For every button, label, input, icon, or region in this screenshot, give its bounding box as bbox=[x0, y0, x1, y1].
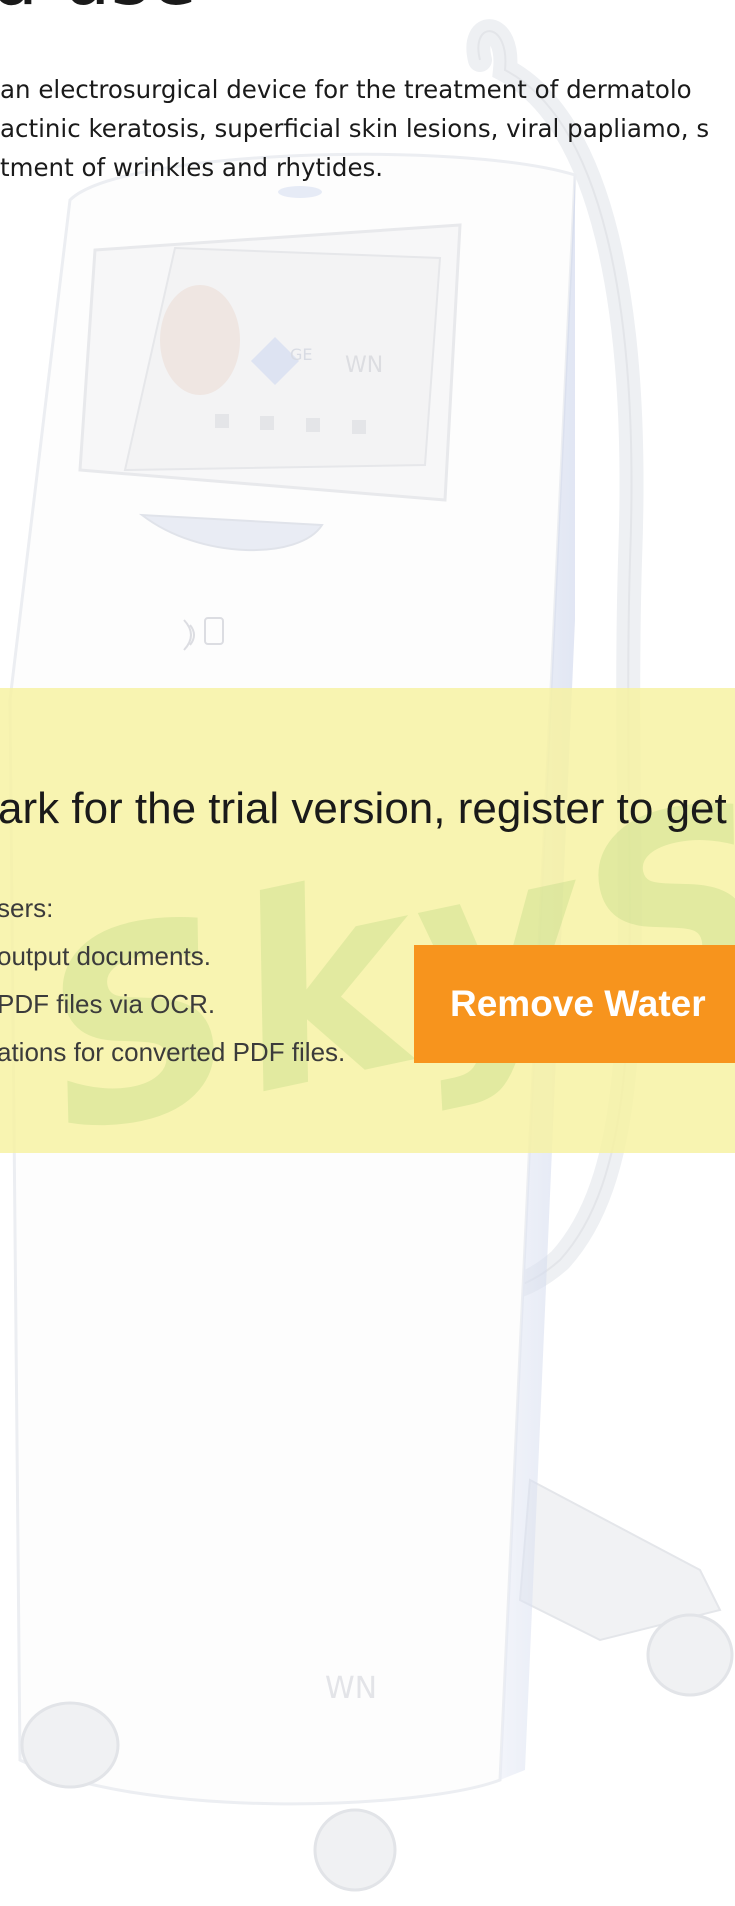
screen-logo-text: GE bbox=[290, 345, 313, 364]
screen-brand-mark: WN bbox=[345, 353, 383, 378]
intro-line: actinic keratosis, superficial skin lesi… bbox=[0, 114, 710, 143]
intro-line: an electrosurgical device for the treatm… bbox=[0, 75, 692, 104]
trial-notice: ark for the trial version, register to g… bbox=[0, 784, 727, 833]
trial-watermark-banner: SkyS ark for the trial version, register… bbox=[0, 688, 735, 1153]
benefit-item: PDF files via OCR. bbox=[0, 989, 216, 1019]
remove-watermark-button[interactable]: Remove Water bbox=[414, 945, 735, 1063]
brand-logo: WN bbox=[325, 1671, 377, 1706]
page-heading: d use bbox=[0, 0, 197, 18]
benefits-intro: sers: bbox=[0, 893, 54, 923]
intended-use-text: an electrosurgical device for the treatm… bbox=[0, 70, 709, 187]
status-light bbox=[278, 186, 322, 198]
intro-line: tment of wrinkles and rhytides. bbox=[0, 153, 384, 182]
benefits-list: sers: output documents. PDF files via OC… bbox=[0, 884, 345, 1076]
benefit-item: output documents. bbox=[0, 941, 211, 971]
screen-face bbox=[160, 285, 240, 395]
benefit-item: ations for converted PDF files. bbox=[0, 1037, 346, 1067]
